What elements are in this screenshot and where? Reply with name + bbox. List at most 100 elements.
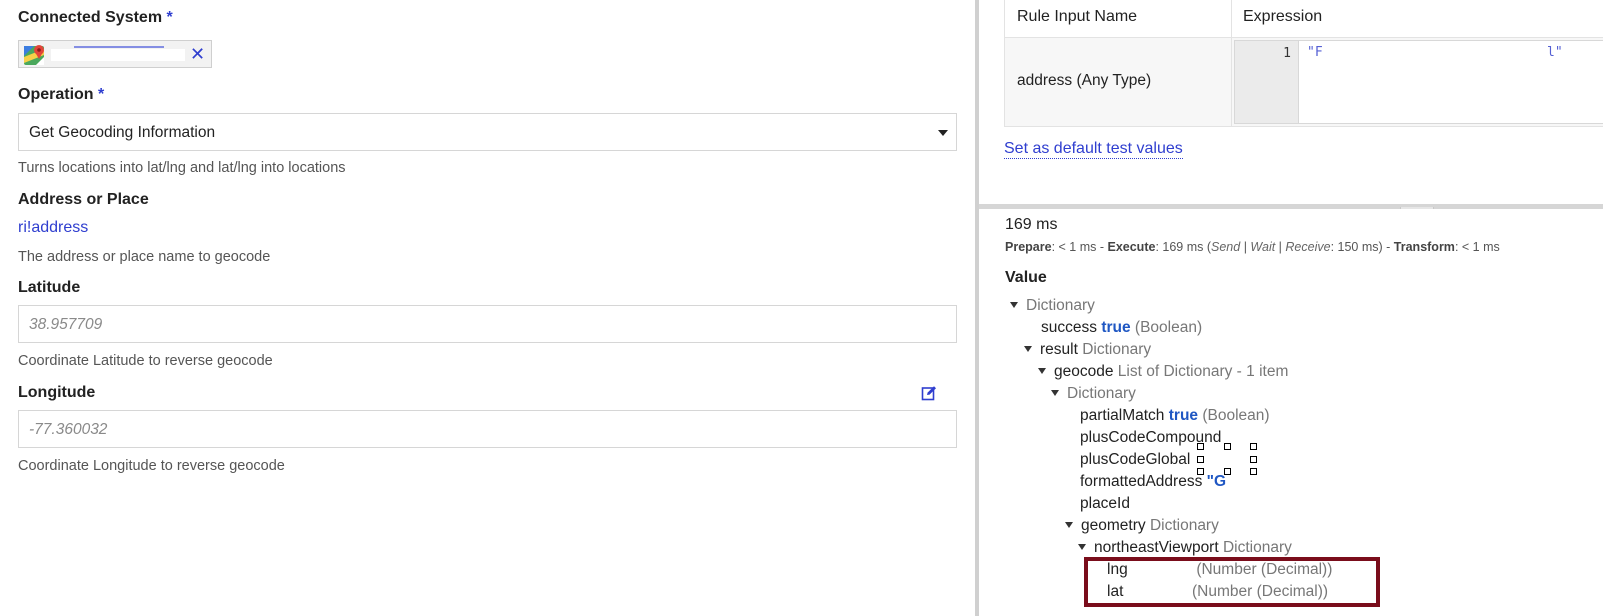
required-marker: * (166, 9, 173, 26)
operation-help: Turns locations into lat/lng and lat/lng… (18, 160, 346, 176)
selection-handle[interactable] (1197, 443, 1204, 450)
selection-handle[interactable] (1250, 443, 1257, 450)
separator: | (1240, 240, 1251, 254)
longitude-help: Coordinate Longitude to reverse geocode (18, 458, 285, 474)
expression-text-start: "F (1307, 45, 1323, 60)
node-key: geometry (1081, 517, 1146, 534)
connected-system-chip[interactable]: ✕ (18, 40, 212, 68)
node-key: placeId (1080, 495, 1130, 512)
expand-triangle-icon[interactable] (1010, 301, 1018, 308)
test-inputs-panel: Rule Input Name Expression address (Any … (979, 0, 1603, 208)
transform-label: Transform (1393, 240, 1455, 254)
table-row: address (Any Type) 1 "F l" (1005, 38, 1603, 127)
latitude-input[interactable]: 38.957709 (18, 305, 957, 343)
operation-selected-value: Get Geocoding Information (29, 124, 216, 141)
expand-triangle-icon[interactable] (1065, 521, 1073, 528)
google-maps-icon (24, 45, 44, 65)
node-type: (Boolean) (1134, 319, 1203, 336)
execute-value: : 169 ms ( (1155, 240, 1212, 254)
close-icon[interactable]: ✕ (190, 44, 205, 65)
test-inputs-table: Rule Input Name Expression address (Any … (1004, 0, 1603, 127)
node-key: formattedAddress (1080, 473, 1203, 490)
selection-handle[interactable] (1250, 468, 1257, 475)
node-key: result (1040, 341, 1078, 358)
tree-node-geometry[interactable]: geometry Dictionary (1065, 517, 1219, 535)
expand-triangle-icon[interactable] (1078, 543, 1086, 550)
node-type: Dictionary (1082, 341, 1152, 358)
rule-input-name: address (Any Type) (1017, 72, 1152, 89)
column-header-rule-input-name: Rule Input Name (1017, 8, 1138, 25)
send-label: Send (1211, 240, 1241, 254)
longitude-placeholder: -77.360032 (29, 421, 108, 438)
wait-label: Wait (1250, 240, 1276, 254)
line-gutter: 1 (1235, 41, 1299, 123)
set-default-test-values-link[interactable]: Set as default test values (1004, 140, 1183, 159)
execute-tail: : 150 ms) - (1330, 240, 1394, 254)
longitude-label: Longitude (18, 384, 96, 401)
node-type: Dictionary (1067, 385, 1136, 402)
node-key: partialMatch (1080, 407, 1165, 424)
longitude-input[interactable]: -77.360032 (18, 410, 957, 448)
node-type: (Boolean) (1202, 407, 1270, 424)
latitude-help: Coordinate Latitude to reverse geocode (18, 353, 273, 369)
selection-handle[interactable] (1224, 443, 1231, 450)
selection-handle[interactable] (1224, 468, 1231, 475)
transform-value: : < 1 ms (1454, 240, 1500, 254)
connected-system-label: Connected System * (18, 9, 173, 26)
tree-node-place-id: placeId (1080, 495, 1130, 513)
tree-node-plus-code-global: plusCodeGlobal (1080, 451, 1190, 469)
table-header: Rule Input Name Expression (1005, 0, 1603, 38)
node-key: northeastViewport (1094, 539, 1219, 556)
node-value: true (1101, 319, 1131, 336)
expand-triangle-icon[interactable] (1051, 389, 1059, 396)
node-key: plusCodeGlobal (1080, 451, 1191, 468)
line-number: 1 (1283, 46, 1291, 61)
test-result-panel: 169 ms Prepare: < 1 ms - Execute: 169 ms… (979, 209, 1603, 616)
highlight-annotation-box (1084, 557, 1380, 607)
node-value: "G (1206, 473, 1227, 490)
column-header-expression: Expression (1243, 8, 1323, 25)
tree-node-inner-dictionary[interactable]: Dictionary (1051, 385, 1136, 403)
execute-label: Execute (1107, 240, 1156, 254)
tree-node-geocode[interactable]: geocode List of Dictionary - 1 item (1038, 363, 1288, 381)
timing-breakdown: Prepare: < 1 ms - Execute: 169 ms (Send … (1005, 240, 1500, 254)
selection-handle[interactable] (1197, 468, 1204, 475)
column-separator (1231, 0, 1232, 127)
value-heading: Value (1005, 269, 1047, 286)
prepare-value: : < 1 ms - (1051, 240, 1108, 254)
address-help: The address or place name to geocode (18, 249, 271, 265)
tree-node-success: success true (Boolean) (1041, 319, 1202, 337)
tree-node-root[interactable]: Dictionary (1010, 297, 1095, 315)
selection-handle[interactable] (1197, 456, 1204, 463)
total-time: 169 ms (1005, 216, 1058, 233)
prepare-label: Prepare (1005, 240, 1052, 254)
expand-triangle-icon[interactable] (1038, 367, 1046, 374)
node-type: Dictionary (1026, 297, 1095, 314)
operation-label: Operation * (18, 86, 105, 103)
node-key: success (1041, 319, 1097, 336)
latitude-label: Latitude (18, 279, 81, 296)
edit-icon[interactable] (921, 385, 937, 401)
tree-node-partial-match: partialMatch true (Boolean) (1080, 407, 1270, 425)
required-marker: * (98, 86, 105, 103)
integration-form-panel: Connected System * ✕ Operation * Get Geo… (0, 0, 975, 616)
node-type: Dictionary (1149, 517, 1219, 534)
selection-handle[interactable] (1250, 456, 1257, 463)
node-key: geocode (1054, 363, 1114, 380)
expression-editor[interactable]: 1 "F l" (1234, 40, 1603, 124)
node-type: Dictionary (1222, 539, 1292, 556)
receive-label: Receive (1285, 240, 1331, 254)
tree-node-result[interactable]: result Dictionary (1024, 341, 1151, 359)
expression-text-end: l" (1547, 45, 1563, 60)
chevron-down-icon (938, 130, 948, 136)
address-expression-link[interactable]: ri!address (18, 219, 88, 237)
tree-node-formatted-address: formattedAddress "G (1080, 473, 1226, 491)
tree-node-northeast-viewport[interactable]: northeastViewport Dictionary (1078, 539, 1292, 557)
redacted-underline (74, 46, 164, 48)
address-label: Address or Place (18, 191, 149, 208)
operation-dropdown[interactable]: Get Geocoding Information (18, 113, 957, 151)
node-type: List of Dictionary - 1 item (1117, 363, 1289, 380)
separator: | (1275, 240, 1286, 254)
expand-triangle-icon[interactable] (1024, 345, 1032, 352)
latitude-placeholder: 38.957709 (29, 316, 103, 333)
